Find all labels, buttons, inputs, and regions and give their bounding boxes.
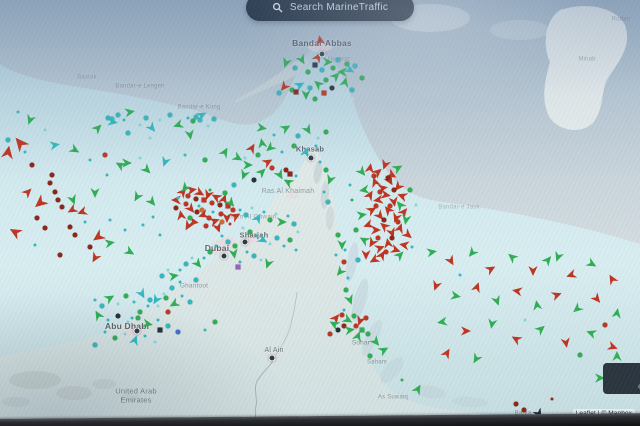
city-dot — [133, 327, 141, 335]
marinetraffic-map-screen: Bandar Abbas Khasab Ras Al Khaimah Umm Al Q… — [0, 0, 640, 426]
city-dots-layer — [0, 0, 640, 426]
search-icon — [272, 2, 283, 13]
city-dot — [318, 50, 326, 58]
vessel-tooltip: 24 56 @4.647017, 5 — [603, 363, 640, 395]
search-placeholder: Search MarineTraffic — [289, 2, 389, 13]
tooltip-line: 56 — [607, 374, 640, 382]
city-dot — [220, 252, 228, 260]
city-dot — [268, 354, 276, 362]
tooltip-line: 24 — [607, 366, 640, 374]
search-bar[interactable]: Search MarineTraffic — [246, 0, 414, 21]
tooltip-line: @4.647017, 5 — [607, 383, 640, 391]
city-dot — [307, 154, 315, 162]
city-dot — [241, 238, 249, 246]
